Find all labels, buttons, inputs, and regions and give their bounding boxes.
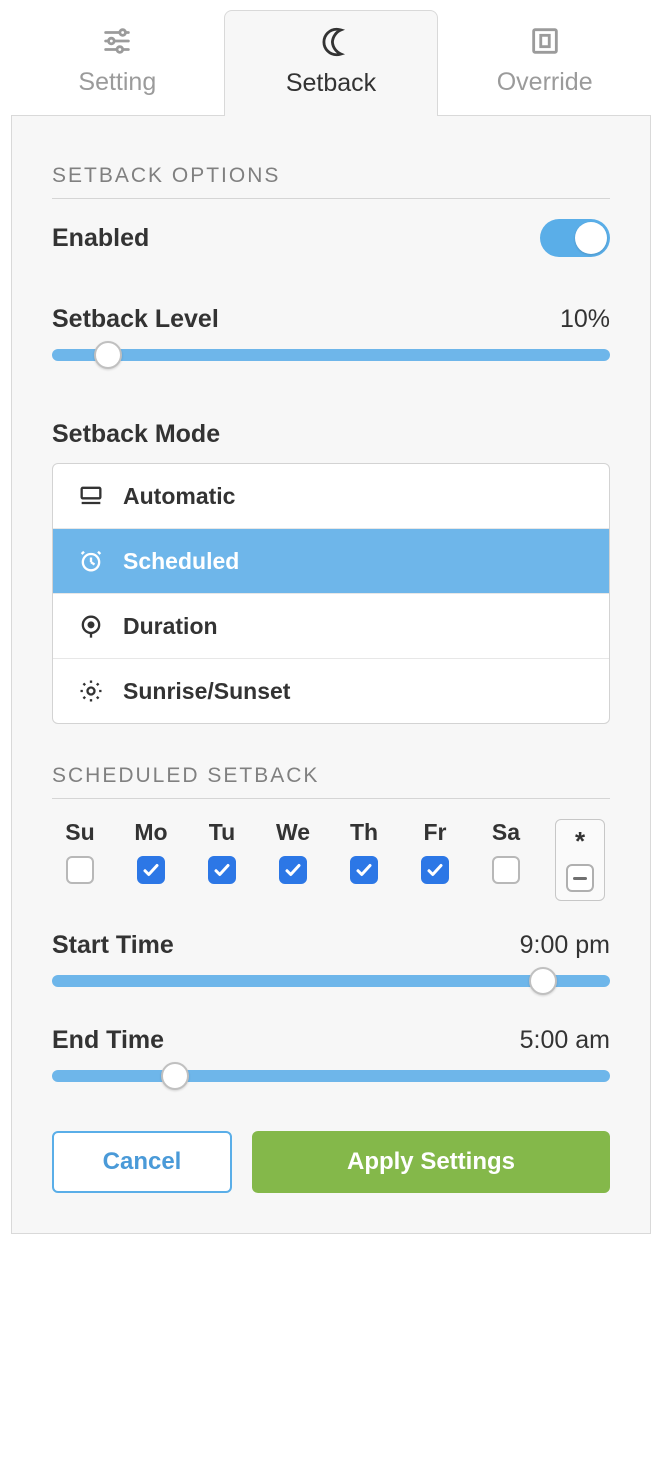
toggle-knob (575, 222, 607, 254)
tab-setback[interactable]: Setback (224, 10, 439, 116)
duration-icon (77, 612, 105, 640)
mode-scheduled[interactable]: Scheduled (53, 528, 609, 593)
setback-level-value: 10% (560, 305, 610, 334)
select-all-days[interactable]: * (555, 819, 605, 901)
day-label: Th (350, 819, 378, 846)
day-label: Fr (424, 819, 447, 846)
day-label: We (276, 819, 310, 846)
checkbox[interactable] (421, 856, 449, 884)
mode-list: Automatic Scheduled Duration (52, 463, 610, 724)
day-selector: Su Mo Tu We Th Fr (52, 819, 610, 901)
setback-level-slider[interactable] (52, 340, 610, 370)
day-sa[interactable]: Sa (478, 819, 534, 884)
action-buttons: Cancel Apply Settings (52, 1131, 610, 1193)
start-time-row: Start Time 9:00 pm (52, 931, 610, 960)
asterisk-icon: * (575, 828, 585, 854)
divider (52, 198, 610, 199)
setback-mode-label: Setback Mode (52, 420, 610, 449)
setback-level-label: Setback Level (52, 305, 219, 334)
end-time-value: 5:00 am (520, 1026, 610, 1055)
indeterminate-checkbox[interactable] (566, 864, 594, 892)
checkbox[interactable] (279, 856, 307, 884)
day-label: Su (65, 819, 94, 846)
panel-setback: SETBACK OPTIONS Enabled Setback Level 10… (11, 116, 651, 1234)
cancel-button[interactable]: Cancel (52, 1131, 232, 1193)
tab-override[interactable]: Override (438, 10, 651, 116)
mode-label: Scheduled (123, 548, 239, 575)
start-time-label: Start Time (52, 931, 174, 960)
day-label: Tu (209, 819, 235, 846)
mode-duration[interactable]: Duration (53, 593, 609, 658)
automatic-icon (77, 482, 105, 510)
slider-track (52, 349, 610, 361)
day-mo[interactable]: Mo (123, 819, 179, 884)
day-th[interactable]: Th (336, 819, 392, 884)
tab-bar: Setting Setback Override (11, 10, 651, 116)
sunrise-icon (77, 677, 105, 705)
tab-override-label: Override (497, 68, 593, 97)
day-label: Sa (492, 819, 520, 846)
divider (52, 798, 610, 799)
end-time-label: End Time (52, 1026, 164, 1055)
day-tu[interactable]: Tu (194, 819, 250, 884)
end-time-slider[interactable] (52, 1061, 610, 1091)
tab-setting-label: Setting (78, 68, 156, 97)
setback-options-header: SETBACK OPTIONS (52, 164, 610, 188)
checkbox[interactable] (208, 856, 236, 884)
mode-automatic[interactable]: Automatic (53, 464, 609, 528)
level-row: Setback Level 10% (52, 305, 610, 334)
day-we[interactable]: We (265, 819, 321, 884)
slider-track (52, 975, 610, 987)
slider-thumb[interactable] (161, 1062, 189, 1090)
enabled-row: Enabled (52, 219, 610, 257)
day-fr[interactable]: Fr (407, 819, 463, 884)
apply-settings-button[interactable]: Apply Settings (252, 1131, 610, 1193)
mode-label: Sunrise/Sunset (123, 678, 290, 705)
scheduled-icon (77, 547, 105, 575)
mode-sunrise-sunset[interactable]: Sunrise/Sunset (53, 658, 609, 723)
mode-label: Duration (123, 613, 218, 640)
end-time-row: End Time 5:00 am (52, 1026, 610, 1055)
tab-setting[interactable]: Setting (11, 10, 224, 116)
mode-label: Automatic (123, 483, 235, 510)
scheduled-setback-header: SCHEDULED SETBACK (52, 764, 610, 788)
slider-thumb[interactable] (529, 967, 557, 995)
start-time-slider[interactable] (52, 966, 610, 996)
checkbox[interactable] (350, 856, 378, 884)
sliders-icon (100, 24, 134, 58)
checkbox[interactable] (492, 856, 520, 884)
checkbox[interactable] (137, 856, 165, 884)
enabled-toggle[interactable] (540, 219, 610, 257)
tab-setback-label: Setback (286, 69, 376, 98)
day-label: Mo (134, 819, 167, 846)
override-icon (528, 24, 562, 58)
enabled-label: Enabled (52, 224, 149, 253)
checkbox[interactable] (66, 856, 94, 884)
day-su[interactable]: Su (52, 819, 108, 884)
start-time-value: 9:00 pm (520, 931, 610, 960)
slider-thumb[interactable] (94, 341, 122, 369)
moon-icon (314, 25, 348, 59)
slider-track (52, 1070, 610, 1082)
